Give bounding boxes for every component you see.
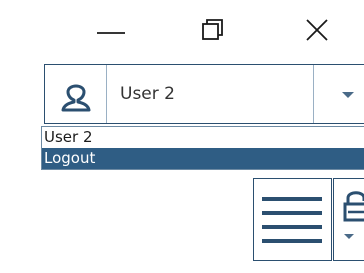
close-icon — [306, 19, 328, 41]
user-dropdown-button[interactable] — [313, 65, 364, 123]
dropdown-item-user-2[interactable]: User 2 — [42, 127, 364, 148]
restore-button[interactable] — [195, 14, 235, 48]
restore-icon — [202, 19, 223, 40]
lock-icon — [343, 191, 364, 222]
minimize-icon — [97, 32, 125, 34]
close-button[interactable] — [298, 14, 338, 48]
dropdown-item-logout[interactable]: Logout — [42, 148, 364, 169]
user-icon-cell — [45, 65, 107, 123]
lock-button[interactable] — [333, 178, 364, 261]
minimize-button[interactable] — [95, 14, 135, 48]
user-dropdown-list: User 2 Logout — [41, 126, 364, 170]
chevron-down-icon — [342, 92, 354, 98]
user-icon — [61, 84, 91, 112]
user-selector[interactable]: User 2 — [44, 64, 364, 124]
main-menu-button[interactable] — [253, 178, 332, 261]
selected-user-label: User 2 — [120, 84, 175, 104]
chevron-down-icon — [344, 234, 354, 239]
login-panel: User 2 User 2 Logout — [0, 0, 364, 273]
